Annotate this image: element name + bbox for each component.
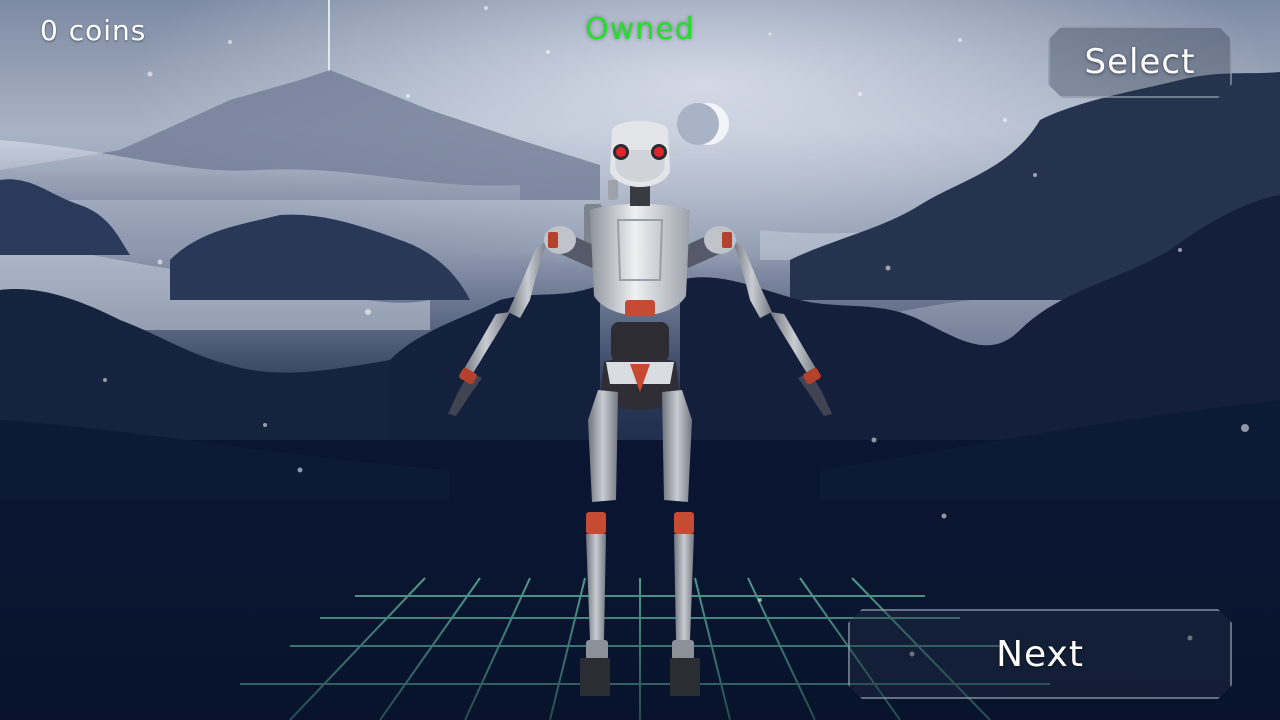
next-button[interactable]: Next xyxy=(848,609,1232,699)
coin-counter: 0 coins xyxy=(40,14,147,47)
next-button-label: Next xyxy=(996,633,1084,675)
select-button-label: Select xyxy=(1084,42,1196,82)
select-button[interactable]: Select xyxy=(1048,26,1232,98)
ownership-status-label: Owned xyxy=(585,12,695,47)
